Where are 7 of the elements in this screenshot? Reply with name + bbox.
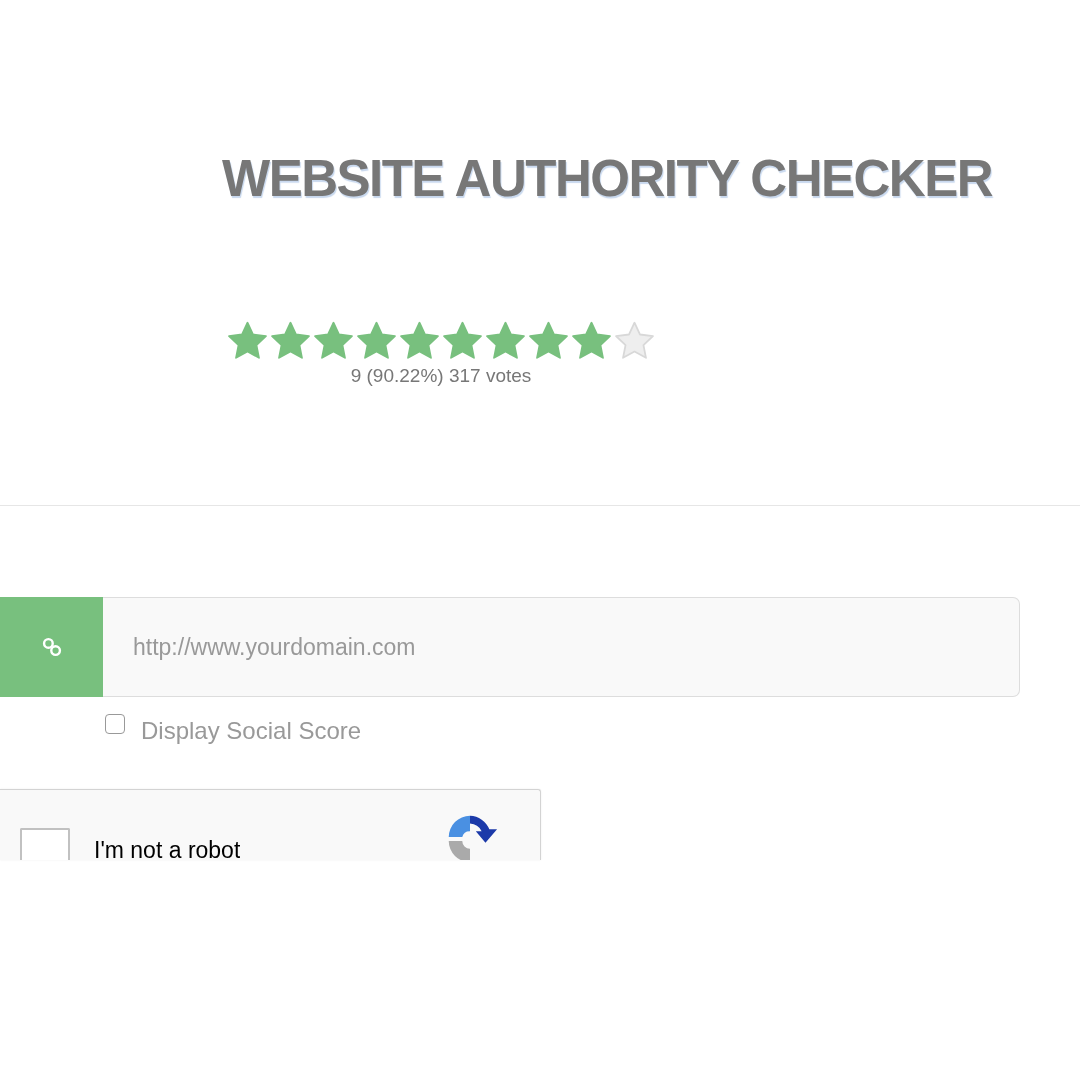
captcha-label: I'm not a robot (94, 840, 241, 860)
rating-summary: 9 (90.22%) 317 votes (350, 365, 532, 387)
url-input-field[interactable]: http://www.yourdomain.com (103, 597, 1020, 697)
social-score-label: Display Social Score (141, 717, 362, 745)
page-title: WEBSITE AUTHORITY CHECKER (221, 149, 994, 209)
captcha-checkbox[interactable] (20, 828, 70, 860)
social-score-checkbox[interactable] (105, 714, 125, 734)
